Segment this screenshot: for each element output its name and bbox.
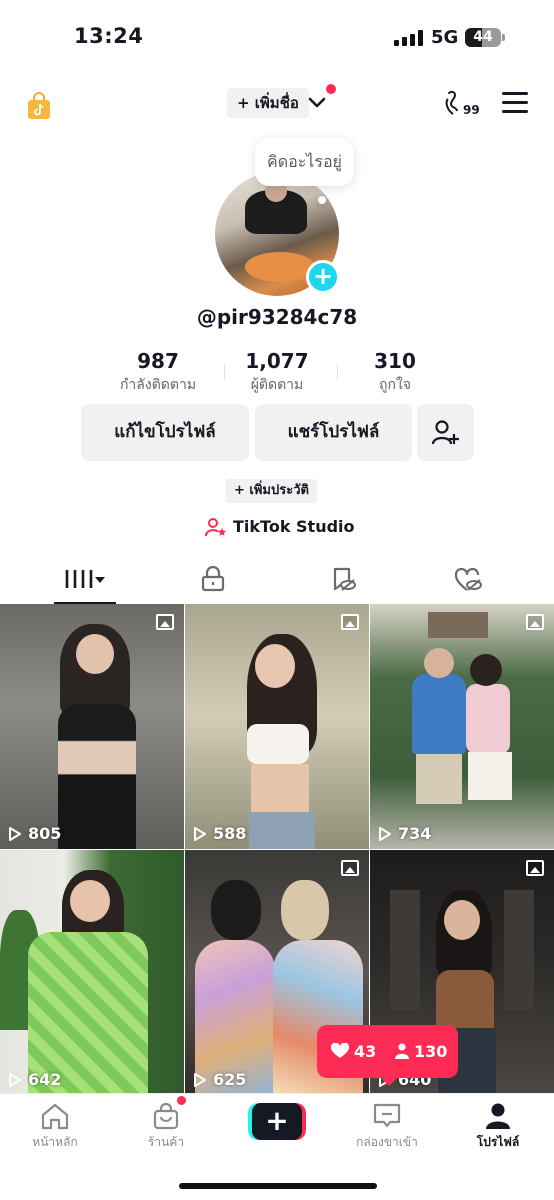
nav-inbox[interactable]: กล่องขาเข้า — [332, 1102, 442, 1150]
play-icon — [194, 827, 206, 841]
followers-label: ผู้ติดตาม — [250, 377, 304, 393]
photo-icon — [526, 614, 544, 630]
status-bar: 13:24 5G 44 — [0, 0, 554, 70]
video-thumbnail[interactable]: 642 — [0, 850, 184, 1095]
photo-icon — [341, 860, 359, 876]
view-count: 734 — [378, 823, 431, 845]
chevron-down-icon[interactable] — [306, 92, 328, 114]
followers-stat[interactable]: 1,077 ผู้ติดตาม — [237, 348, 317, 395]
edit-profile-button[interactable]: แก้ไขโปรไฟล์ — [81, 404, 249, 461]
play-icon — [9, 1073, 21, 1087]
add-name-button[interactable]: + เพิ่มชื่อ — [227, 88, 309, 118]
nav-profile[interactable]: โปรไฟล์ — [443, 1102, 553, 1150]
home-indicator — [179, 1183, 377, 1189]
network-label: 5G — [431, 27, 459, 48]
play-icon — [379, 827, 391, 841]
profile-icon — [486, 1103, 510, 1129]
add-bio-button[interactable]: + เพิ่มประวัติ — [226, 479, 317, 503]
nav-inbox-label: กล่องขาเข้า — [356, 1135, 418, 1149]
activity-popover[interactable]: 43 130 — [317, 1025, 458, 1086]
likes-label: ถูกใจ — [379, 377, 411, 393]
menu-icon[interactable] — [502, 92, 528, 114]
view-count: 588 — [193, 823, 246, 845]
heart-icon — [330, 1042, 350, 1058]
view-count: 642 — [8, 1069, 61, 1091]
content-tabs — [0, 558, 554, 604]
home-icon — [41, 1103, 69, 1130]
play-icon — [9, 827, 21, 841]
username: @pir93284c78 — [196, 305, 358, 329]
view-count: 805 — [8, 823, 61, 845]
person-icon — [395, 1043, 409, 1059]
add-user-icon — [431, 420, 459, 445]
video-thumbnail[interactable]: 588 — [185, 604, 369, 849]
share-profile-button[interactable]: แชร์โปรไฟล์ — [255, 404, 412, 461]
nav-shop-label: ร้านค้า — [147, 1135, 185, 1149]
battery-level: 44 — [473, 29, 493, 45]
inbox-icon — [373, 1103, 401, 1128]
likes-stat[interactable]: 310 ถูกใจ — [360, 348, 430, 395]
popover-likes: 43 — [330, 1025, 376, 1078]
create-button[interactable]: + — [248, 1103, 306, 1140]
stat-divider — [337, 364, 338, 380]
shop-notification-dot — [176, 1095, 187, 1106]
view-count: 625 — [193, 1069, 246, 1091]
video-thumbnail[interactable]: 805 — [0, 604, 184, 849]
note-bubble-tail — [318, 196, 326, 204]
nav-home-label: หน้าหลัก — [32, 1135, 78, 1149]
photo-icon — [341, 614, 359, 630]
liked-hidden-icon — [454, 567, 482, 591]
top-bar: + เพิ่มชื่อ 99 — [0, 82, 554, 126]
activity-button[interactable]: 99 — [445, 90, 485, 120]
play-icon — [194, 1073, 206, 1087]
followers-count: 1,077 — [245, 349, 309, 373]
studio-icon — [205, 518, 226, 537]
note-bubble[interactable]: คิดอะไรอยู่ — [255, 138, 354, 186]
studio-label: TikTok Studio — [233, 517, 355, 536]
likes-count: 310 — [374, 349, 416, 373]
tab-private[interactable] — [138, 558, 276, 604]
stat-divider — [224, 364, 225, 380]
avatar[interactable]: + — [215, 172, 340, 296]
following-label: กำลังติดตาม — [119, 377, 197, 393]
status-time: 13:24 — [74, 24, 144, 48]
following-count: 987 — [137, 349, 179, 373]
repost-hidden-icon — [333, 567, 356, 591]
tab-reposts[interactable] — [276, 558, 414, 604]
signal-icon — [394, 30, 424, 46]
activity-badge-count: 99 — [463, 103, 480, 117]
create-icon: + — [252, 1103, 302, 1140]
lock-icon — [201, 566, 225, 592]
following-stat[interactable]: 987 กำลังติดตาม — [110, 348, 206, 395]
add-story-icon[interactable]: + — [306, 260, 340, 294]
tab-liked[interactable] — [414, 558, 552, 604]
tiktok-shop-icon[interactable] — [27, 92, 51, 120]
add-friend-button[interactable] — [417, 404, 474, 461]
notification-dot — [326, 84, 336, 94]
battery-icon: 44 — [465, 28, 505, 47]
nav-shop[interactable]: ร้านค้า — [111, 1102, 221, 1150]
video-thumbnail[interactable]: 734 — [370, 604, 554, 849]
shop-bag-icon — [153, 1102, 179, 1130]
popover-followers: 130 — [395, 1025, 447, 1078]
tiktok-studio-link[interactable]: TikTok Studio — [205, 515, 355, 539]
photo-icon — [526, 860, 544, 876]
grid-lines-icon — [65, 570, 105, 588]
photo-icon — [156, 614, 174, 630]
nav-home[interactable]: หน้าหลัก — [0, 1102, 110, 1150]
nav-profile-label: โปรไฟล์ — [476, 1135, 520, 1149]
tab-videos[interactable] — [0, 558, 138, 604]
